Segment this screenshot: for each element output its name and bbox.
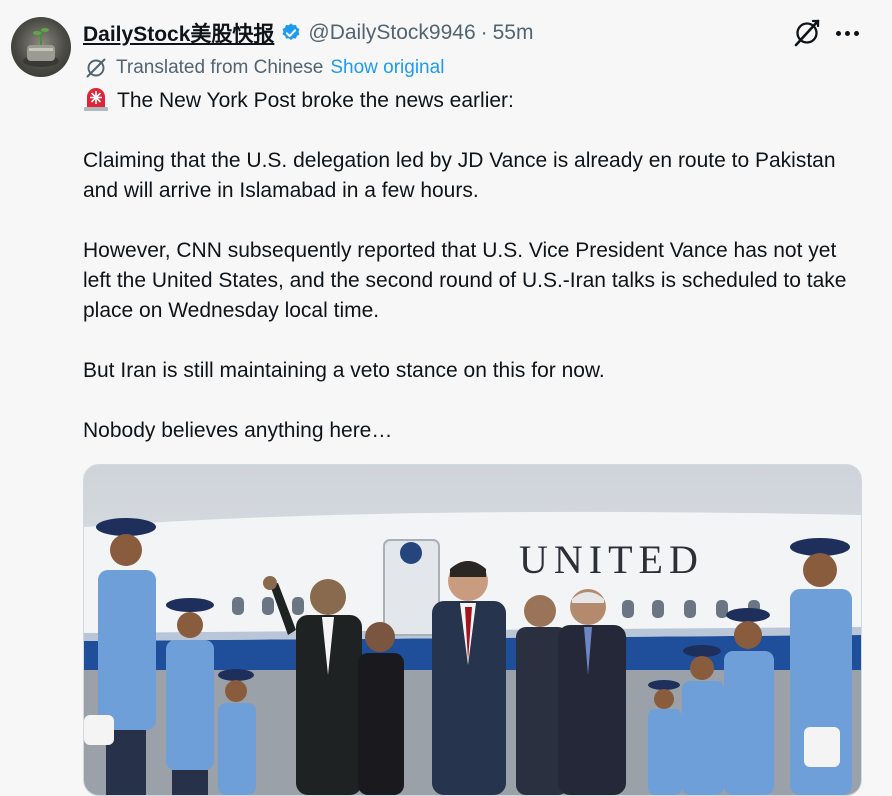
avatar-image <box>23 28 59 67</box>
photo-illustration: UNITED <box>84 465 861 795</box>
display-name[interactable]: DailyStock美股快报 <box>83 18 274 48</box>
post-line-4: But Iran is still maintaining a veto sta… <box>83 359 605 382</box>
post-line-text: The New York Post broke the news earlier… <box>117 89 514 112</box>
more-options-icon[interactable] <box>833 20 861 46</box>
post-media-photo[interactable]: UNITED <box>83 464 862 796</box>
aircraft-lettering: UNITED <box>519 537 704 582</box>
post-text: The New York Post broke the news earlier… <box>83 86 863 446</box>
show-original-link[interactable]: Show original <box>330 57 444 79</box>
post-line-5: Nobody believes anything here… <box>83 419 393 442</box>
post-timestamp[interactable]: 55m <box>493 21 534 45</box>
siren-icon <box>84 88 108 111</box>
translation-label: Translated from Chinese <box>116 57 324 78</box>
avatar[interactable] <box>11 17 71 77</box>
grok-icon[interactable] <box>793 18 821 48</box>
post-line-1: The New York Post broke the news earlier… <box>83 86 863 116</box>
post-line-3: However, CNN subsequently reported that … <box>83 239 847 322</box>
translation-notice: Translated from Chinese Show original <box>85 55 444 81</box>
verified-badge-icon <box>282 23 300 41</box>
author-handle[interactable]: @DailyStock9946 <box>308 21 475 45</box>
post-header: DailyStock美股快报 @DailyStock9946 · 55m <box>83 16 533 50</box>
header-separator: · <box>480 21 488 44</box>
translate-icon <box>86 58 106 78</box>
post-line-2: Claiming that the U.S. delegation led by… <box>83 149 836 202</box>
